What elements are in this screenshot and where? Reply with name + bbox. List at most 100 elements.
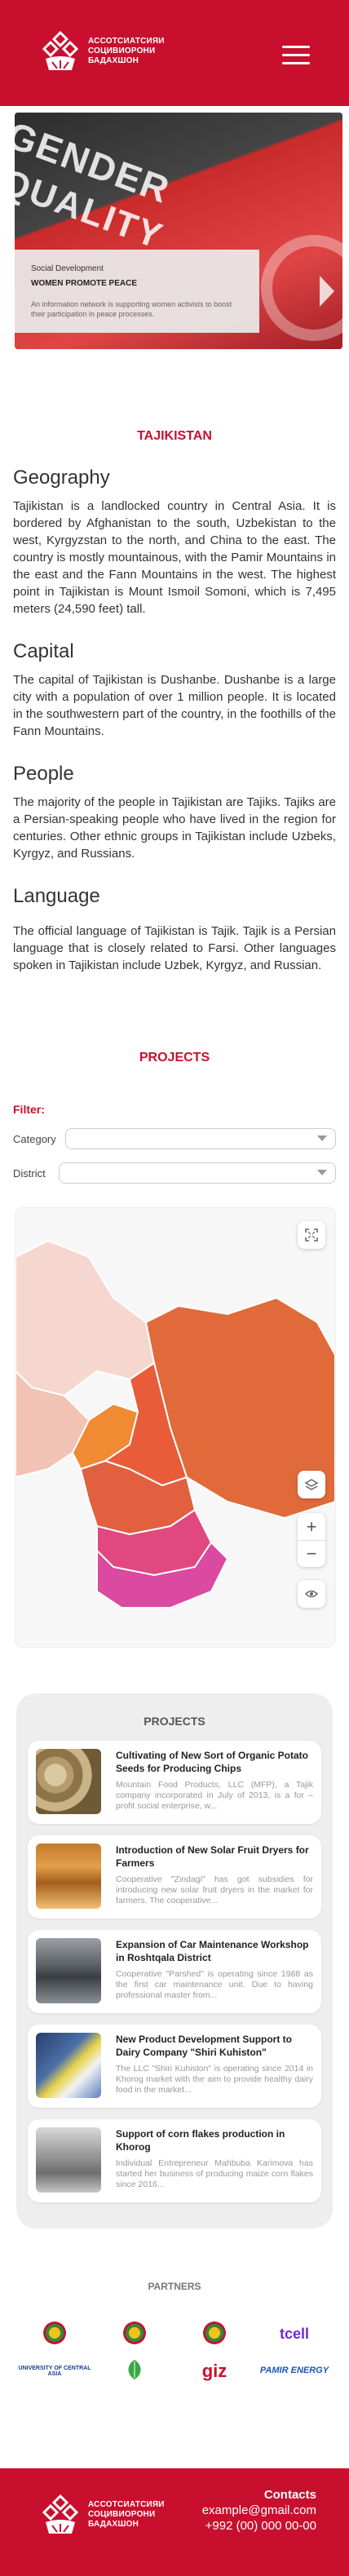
burger-line bbox=[282, 54, 310, 56]
partners-title: PARTNERS bbox=[148, 2281, 201, 2292]
expand-icon bbox=[305, 1228, 318, 1242]
people-text: The majority of the people in Tajikistan… bbox=[13, 795, 336, 861]
partners-logos: tcell UNIVERSITY OF CENTRAL ASIA giz PAM… bbox=[15, 2321, 334, 2383]
project-description: Cooperative "Parshed" is operating since… bbox=[116, 1969, 313, 2000]
site-logo[interactable]: АССОТСИАТСИЯИ СОЦИВИОРОНИ БАДАХШОН bbox=[41, 31, 165, 72]
burger-line bbox=[282, 46, 310, 48]
geography-heading: Geography bbox=[13, 467, 110, 489]
partner-logo-uca[interactable]: UNIVERSITY OF CENTRAL ASIA bbox=[15, 2366, 95, 2377]
partner-giz-text: giz bbox=[201, 2361, 228, 2381]
capital-heading: Capital bbox=[13, 640, 74, 662]
category-label: Category bbox=[13, 1132, 56, 1145]
hero-description: An information network is supporting wom… bbox=[31, 300, 232, 318]
eye-icon[interactable] bbox=[298, 1580, 325, 1608]
contacts-heading: Contacts bbox=[263, 2488, 316, 2502]
visibility-glyph bbox=[304, 1590, 319, 1598]
zoom-in-icon[interactable]: + bbox=[298, 1513, 325, 1540]
org-line-1: АССОТСИАТСИЯИ bbox=[88, 2500, 165, 2509]
map-region[interactable] bbox=[15, 1239, 156, 1397]
menu-burger-icon[interactable] bbox=[282, 46, 310, 64]
partner-pamir-text: PAMIR ENERGY bbox=[259, 2366, 329, 2375]
footer-logo[interactable]: АССОТСИАТСИЯИ СОЦИВИОРОНИ БАДАХШОН bbox=[41, 2494, 165, 2535]
category-select[interactable] bbox=[65, 1128, 336, 1149]
partner-uca-text: UNIVERSITY OF CENTRAL ASIA bbox=[18, 2365, 91, 2377]
layers-icon[interactable] bbox=[298, 1471, 325, 1498]
org-line-2: СОЦИВИОРОНИ bbox=[88, 2510, 156, 2519]
partner-tcell-text: tcell bbox=[279, 2326, 310, 2342]
project-title[interactable]: Expansion of Car Maintenance Workshop in… bbox=[116, 1938, 313, 1964]
projects-list-title: PROJECTS bbox=[144, 1715, 205, 1728]
footer-contacts: Contacts example@gmail.com +992 (00) 000… bbox=[202, 2488, 316, 2533]
project-image bbox=[36, 1749, 101, 1814]
people-heading: People bbox=[13, 763, 74, 785]
language-text: The official language of Tajikistan is T… bbox=[13, 924, 336, 972]
project-image bbox=[36, 2033, 101, 2098]
partner-logo-emblem-3[interactable] bbox=[203, 2321, 226, 2347]
map-canvas bbox=[15, 1239, 335, 1609]
chevron-down-icon bbox=[317, 1135, 327, 1141]
zoom-control: + − bbox=[298, 1513, 325, 1567]
projects-title: PROJECTS bbox=[139, 1051, 210, 1064]
site-header: АССОТСИАТСИЯИ СОЦИВИОРОНИ БАДАХШОН bbox=[0, 0, 349, 106]
fullscreen-icon[interactable] bbox=[298, 1221, 325, 1249]
site-footer: АССОТСИАТСИЯИ СОЦИВИОРОНИ БАДАХШОН Conta… bbox=[0, 2468, 349, 2576]
project-image bbox=[36, 1938, 101, 2003]
project-card[interactable]: Introduction of New Solar Fruit Dryers f… bbox=[28, 1835, 321, 1919]
emblem-icon bbox=[43, 2321, 66, 2344]
emblem-icon bbox=[123, 2321, 146, 2344]
leaf-icon bbox=[128, 2360, 141, 2379]
layers-glyph bbox=[304, 1479, 319, 1490]
filter-label: Filter: bbox=[13, 1103, 45, 1116]
project-card[interactable]: Expansion of Car Maintenance Workshop in… bbox=[28, 1930, 321, 2013]
district-filter-row: District bbox=[13, 1162, 336, 1184]
org-line-3: БАДАХШОН bbox=[88, 56, 139, 65]
hero-category: Social Development bbox=[31, 264, 104, 273]
project-title[interactable]: Introduction of New Solar Fruit Dryers f… bbox=[116, 1843, 313, 1870]
project-card[interactable]: Support of corn flakes production in Kho… bbox=[28, 2119, 321, 2202]
logo-text: АССОТСИАТСИЯИ СОЦИВИОРОНИ БАДАХШОН bbox=[88, 37, 165, 66]
project-title[interactable]: Cultivating of New Sort of Organic Potat… bbox=[116, 1749, 313, 1775]
org-line-1: АССОТСИАТСИЯИ bbox=[88, 37, 165, 46]
emblem-icon bbox=[203, 2321, 226, 2344]
project-description: Individual Entrepreneur Mahbuba Karimova… bbox=[116, 2158, 313, 2189]
chevron-down-icon bbox=[317, 1170, 327, 1175]
project-description: Mountain Food Products, LLC (MFP), a Taj… bbox=[116, 1780, 313, 1811]
hero-title[interactable]: WOMEN PROMOTE PEACE bbox=[31, 279, 243, 288]
district-map[interactable]: + − bbox=[15, 1207, 336, 1648]
hero-caption-card[interactable]: Social Development WOMEN PROMOTE PEACE A… bbox=[15, 250, 259, 333]
zoom-out-icon[interactable]: − bbox=[298, 1540, 325, 1567]
partner-logo-pamir-energy[interactable]: PAMIR ENERGY bbox=[259, 2366, 329, 2375]
logo-text: АССОТСИАТСИЯИ СОЦИВИОРОНИ БАДАХШОН bbox=[88, 2500, 165, 2530]
partner-logo-emblem-1[interactable] bbox=[43, 2321, 66, 2347]
district-label: District bbox=[13, 1166, 46, 1180]
language-heading: Language bbox=[13, 885, 100, 907]
country-info: Geography Tajikistan is a landlocked cou… bbox=[0, 467, 349, 974]
partner-logo-tcell[interactable]: tcell bbox=[280, 2326, 309, 2341]
burger-line bbox=[282, 62, 310, 64]
project-image bbox=[36, 2127, 101, 2193]
contact-phone[interactable]: +992 (00) 000 00-00 bbox=[202, 2519, 316, 2533]
country-title: TAJIKISTAN bbox=[137, 429, 212, 443]
org-line-2: СОЦИВИОРОНИ bbox=[88, 46, 156, 55]
project-card[interactable]: New Product Development Support to Dairy… bbox=[28, 2025, 321, 2108]
project-card[interactable]: Cultivating of New Sort of Organic Potat… bbox=[28, 1741, 321, 1824]
hero-slider[interactable]: GENDER QUALITY Social Development WOMEN … bbox=[15, 113, 342, 349]
logo-icon bbox=[42, 2494, 79, 2534]
geography-text: Tajikistan is a landlocked country in Ce… bbox=[13, 499, 336, 616]
project-title[interactable]: Support of corn flakes production in Kho… bbox=[116, 2127, 313, 2153]
project-image bbox=[36, 1843, 101, 1909]
projects-list-panel: PROJECTS Cultivating of New Sort of Orga… bbox=[16, 1693, 333, 2229]
logo-icon bbox=[42, 31, 79, 70]
category-filter-row: Category bbox=[13, 1127, 336, 1150]
project-description: Cooperative "Zindagi" has got subsidies … bbox=[116, 1874, 313, 1905]
contact-email[interactable]: example@gmail.com bbox=[202, 2503, 316, 2517]
slider-next-icon[interactable] bbox=[316, 272, 338, 310]
partner-logo-green[interactable] bbox=[118, 2358, 151, 2383]
org-line-3: БАДАХШОН bbox=[88, 2520, 139, 2529]
district-select[interactable] bbox=[59, 1162, 336, 1184]
partner-logo-emblem-2[interactable] bbox=[123, 2321, 146, 2347]
partner-logo-giz[interactable]: giz bbox=[202, 2362, 228, 2380]
capital-text: The capital of Tajikistan is Dushanbe. D… bbox=[13, 673, 336, 738]
project-title[interactable]: New Product Development Support to Dairy… bbox=[116, 2033, 313, 2059]
project-description: The LLC "Shiri Kuhiston" is operating si… bbox=[116, 2064, 313, 2095]
